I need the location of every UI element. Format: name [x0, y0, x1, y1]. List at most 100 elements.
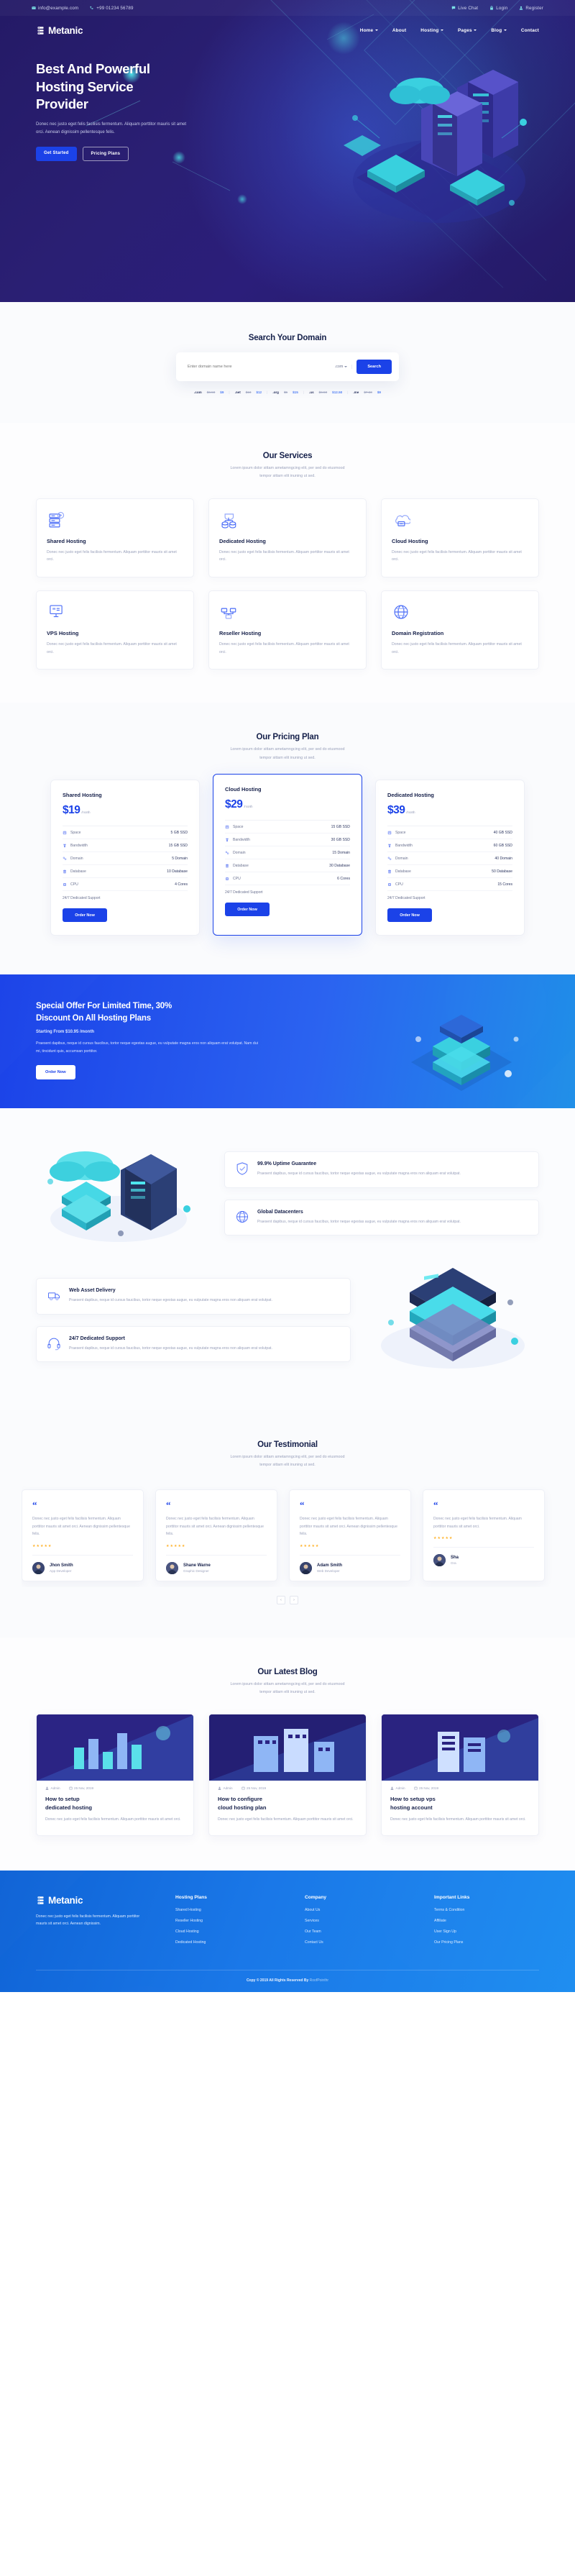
footer-link[interactable]: Our Team [305, 1929, 410, 1934]
nav-item-hosting[interactable]: Hosting [420, 28, 443, 33]
topbar-email[interactable]: info@example.com [32, 6, 78, 11]
feature-item-datacenters[interactable]: Global Datacenters Praesent dapibus, neq… [224, 1199, 539, 1236]
domain-search-button[interactable]: Search [356, 360, 392, 374]
blog-subtitle-line2: tempor sittam elit inuning ut sed. [259, 1690, 316, 1694]
testimonial-section: Our Testimonial Lorem ipsum dolor sittam… [0, 1410, 575, 1638]
testimonial-name: Adam Smith [317, 1563, 343, 1568]
pricing-subtitle-line2: tempor sittam elit inuning ut sed. [259, 755, 316, 760]
topbar-phone-text: +99 01234 56789 [96, 5, 134, 11]
plan-feature-row: CPU 15 Cores [387, 878, 512, 891]
brand-logo[interactable]: Metanic [36, 25, 83, 36]
topbar-phone[interactable]: +99 01234 56789 [90, 6, 133, 11]
feature-value: 40 Domain [494, 856, 512, 861]
nav-item-blog[interactable]: Blog [491, 28, 507, 33]
blog-section: Our Latest Blog Lorem ipsum dolor sittam… [0, 1637, 575, 1871]
service-card-vps-hosting[interactable]: VPS Hosting Donec nec justo eget felis f… [36, 590, 194, 670]
testimonial-name: Jhon Smith [50, 1563, 73, 1568]
quote-icon: “ [300, 1499, 305, 1511]
tld-new-price: $15 [293, 390, 298, 394]
testimonial-card[interactable]: “ Donec nec justo eget felis facilisis f… [155, 1489, 277, 1581]
footer-link[interactable]: Dedicated Hosting [175, 1940, 280, 1945]
tld-select[interactable]: .com [335, 365, 353, 369]
testimonial-subtitle-line1: Lorem ipsum dolor sittam ametamngcing el… [230, 1454, 345, 1459]
price-card-cloud-hosting[interactable]: Cloud Hosting $29/month Space 15 GB SSD B… [213, 774, 362, 936]
blog-post-title[interactable]: How to configure cloud hosting plan [209, 1790, 366, 1812]
get-started-button[interactable]: Get Started [36, 146, 77, 161]
feature-item-web-asset-delivery[interactable]: Web Asset Delivery Praesent dapibus, neq… [36, 1278, 351, 1315]
service-card-dedicated-hosting[interactable]: Dedicated Hosting Donec nec justo eget f… [208, 498, 367, 577]
blog-card[interactable]: Admin 25 Nov, 2019 How to setup vps host… [381, 1714, 539, 1836]
footer-brand-name: Metanic [48, 1894, 83, 1906]
testimonial-text: Donec nec justo eget felis facilisis fer… [433, 1517, 522, 1529]
feature-desc: Praesent dapibus, neque id cursus faucib… [69, 1298, 272, 1303]
service-card-reseller-hosting[interactable]: Reseller Hosting Donec nec justo eget fe… [208, 590, 367, 670]
feature-label: CPU [233, 876, 241, 881]
domain-search-input[interactable] [183, 365, 331, 369]
testimonial-nav: ‹ › [0, 1595, 575, 1604]
footer-brand-logo[interactable]: Metanic [36, 1895, 151, 1906]
footer-link[interactable]: Shared Hosting [175, 1908, 280, 1912]
headset-icon [47, 1336, 61, 1351]
pricing-plans-button[interactable]: Pricing Plans [82, 146, 129, 161]
service-card-domain-registration[interactable]: Domain Registration Donec nec justo eget… [381, 590, 539, 670]
feature-item-uptime[interactable]: 99.9% Uptime Guarantee Praesent dapibus,… [224, 1151, 539, 1188]
separator: | [347, 390, 349, 394]
footer-columns: Metanic Donec nec justo eget felis facil… [36, 1895, 539, 1951]
footer-link[interactable]: User Sign Up [434, 1929, 539, 1934]
testimonial-card[interactable]: “ Donec nec justo eget felis facilisis f… [22, 1489, 144, 1581]
testimonial-name: Shane Warne [183, 1563, 211, 1568]
blog-post-title-line1: How to setup [45, 1796, 80, 1803]
feature-value: 6 Cores [337, 876, 350, 881]
blog-card[interactable]: Admin 25 Nov, 2019 How to setup dedicate… [36, 1714, 194, 1836]
feature-label: CPU [395, 882, 403, 887]
carousel-prev-button[interactable]: ‹ [277, 1595, 285, 1604]
testimonial-carousel[interactable]: “ Donec nec justo eget felis facilisis f… [22, 1486, 553, 1586]
footer-link[interactable]: Our Pricing Plans [434, 1940, 539, 1945]
feature-item-support[interactable]: 24/7 Dedicated Support Praesent dapibus,… [36, 1325, 351, 1363]
topbar-register[interactable]: Register [519, 6, 543, 11]
order-now-button[interactable]: Order Now [63, 908, 107, 922]
chevron-down-icon [503, 29, 507, 31]
testimonial-name: Sha [451, 1556, 459, 1561]
blog-meta: Admin 25 Nov, 2019 [209, 1781, 366, 1790]
topbar-live-chat[interactable]: Live Chat [451, 6, 478, 11]
order-now-button[interactable]: Order Now [387, 908, 432, 922]
service-desc: Donec nec justo eget felis facilisis fer… [47, 642, 177, 654]
feature-label: Space [233, 824, 244, 829]
nav-item-pages[interactable]: Pages [458, 28, 477, 33]
blog-author-name: Admin [50, 1786, 60, 1791]
footer-link[interactable]: Contact Us [305, 1940, 410, 1945]
footer-link[interactable]: About Us [305, 1908, 410, 1912]
blog-card[interactable]: Admin 25 Nov, 2019 How to configure clou… [208, 1714, 367, 1836]
quote-icon: “ [32, 1499, 37, 1511]
tld-old-price: $6.50 [318, 390, 328, 394]
rating-stars: ★★★★★ [300, 1543, 320, 1548]
blog-author: Admin [390, 1786, 405, 1790]
footer-copyright: Copy © 2019 All Rights Reserved By RoofP… [36, 1969, 539, 1992]
nav-item-about[interactable]: About [392, 28, 406, 33]
topbar-login[interactable]: Login [489, 6, 507, 11]
order-now-button[interactable]: Order Now [225, 903, 270, 916]
copyright-author[interactable]: RoofPointhr [310, 1978, 328, 1983]
envelope-icon [32, 6, 36, 10]
carousel-next-button[interactable]: › [290, 1595, 298, 1604]
testimonial-role: App Developer [50, 1568, 72, 1573]
footer-link[interactable]: Services [305, 1919, 410, 1923]
feature-value: 5 GB SSD [170, 830, 188, 835]
nav-item-home[interactable]: Home [360, 28, 378, 33]
footer-link[interactable]: Terms & Condition [434, 1908, 539, 1912]
service-card-shared-hosting[interactable]: Shared Hosting Donec nec justo eget feli… [36, 498, 194, 577]
footer-link[interactable]: Cloud Hosting [175, 1929, 280, 1934]
testimonial-card[interactable]: “ Donec nec justo eget felis facilisis f… [423, 1489, 545, 1581]
feature-value: 15 Cores [497, 882, 512, 887]
price-card-dedicated-hosting[interactable]: Dedicated Hosting $39/month Space 40 GB S… [375, 780, 525, 936]
footer-link[interactable]: Affiliate [434, 1919, 539, 1923]
hero-title-line1: Best And Powerful [36, 61, 150, 76]
blog-post-title[interactable]: How to setup vps hosting account [382, 1790, 538, 1812]
price-card-shared-hosting[interactable]: Shared Hosting $19/month Space 5 GB SSD B… [50, 780, 200, 936]
footer-link[interactable]: Reseller Hosting [175, 1919, 280, 1923]
blog-post-title[interactable]: How to setup dedicated hosting [37, 1790, 193, 1812]
testimonial-card[interactable]: “ Donec nec justo eget felis facilisis f… [289, 1489, 411, 1581]
service-card-cloud-hosting[interactable]: Cloud Hosting Donec nec justo eget felis… [381, 498, 539, 577]
nav-item-contact[interactable]: Contact [521, 28, 539, 33]
